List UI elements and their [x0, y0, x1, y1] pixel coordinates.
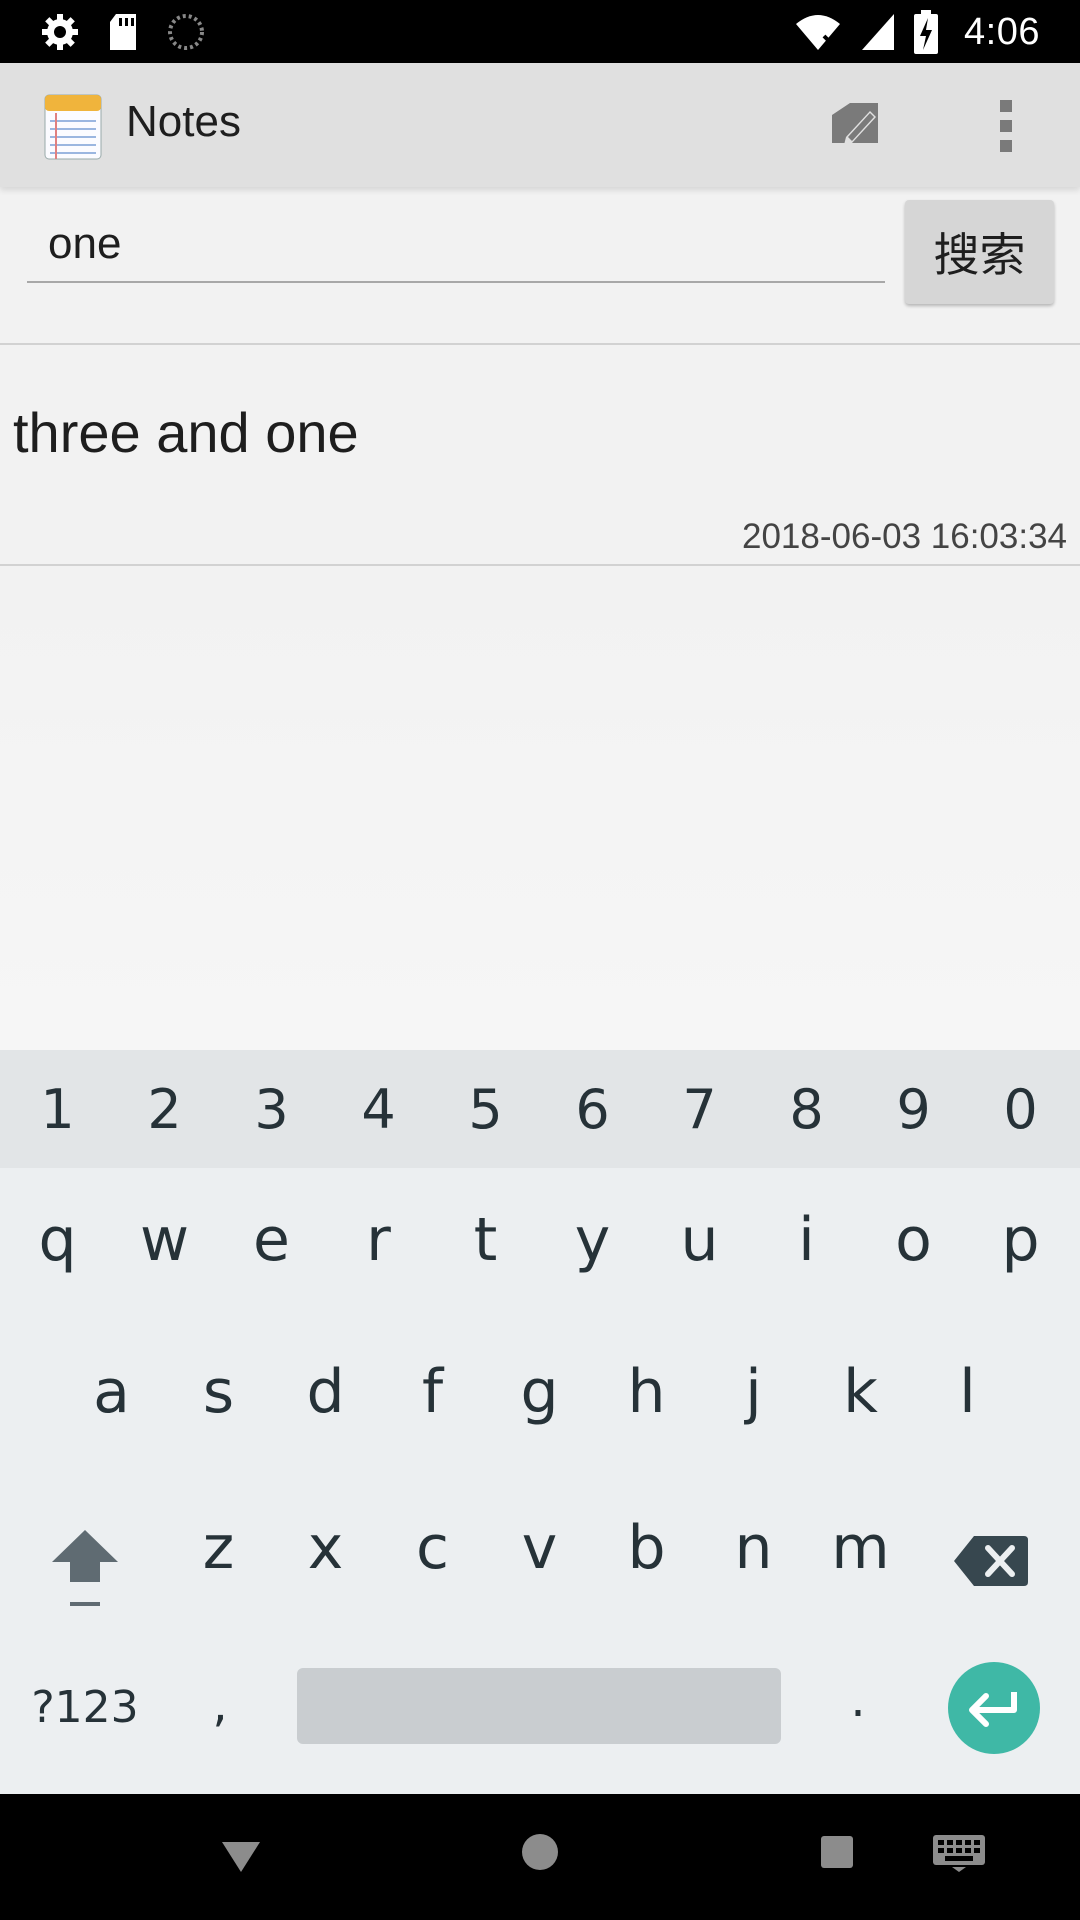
- key-c[interactable]: c: [379, 1478, 486, 1618]
- battery-charging-icon: [914, 10, 939, 54]
- space-key[interactable]: [297, 1668, 781, 1744]
- key-p[interactable]: p: [967, 1170, 1074, 1310]
- key-t[interactable]: t: [432, 1170, 539, 1310]
- key-h[interactable]: h: [593, 1322, 700, 1462]
- key-2[interactable]: 2: [111, 1050, 218, 1168]
- home-icon[interactable]: [522, 1834, 558, 1870]
- soft-keyboard: 1 2 3 4 5 6 7 8 9 0 q w e r t y u i o p …: [0, 1050, 1080, 1794]
- key-q[interactable]: q: [4, 1170, 111, 1310]
- keyboard-switch-icon[interactable]: [932, 1834, 986, 1872]
- sd-card-icon: [110, 14, 136, 50]
- note-list-item[interactable]: three and one 2018-06-03 16:03:34: [0, 345, 1080, 564]
- enter-icon: [969, 1692, 1017, 1727]
- key-8[interactable]: 8: [753, 1050, 860, 1168]
- recents-icon[interactable]: [821, 1836, 853, 1868]
- period-key[interactable]: .: [818, 1655, 898, 1745]
- search-button[interactable]: 搜索: [905, 200, 1054, 304]
- key-a[interactable]: a: [58, 1322, 165, 1462]
- app-bar: Notes: [0, 63, 1080, 187]
- number-row: 1 2 3 4 5 6 7 8 9 0: [0, 1050, 1080, 1168]
- note-title: three and one: [13, 401, 359, 464]
- backspace-key[interactable]: [952, 1528, 1032, 1594]
- key-j[interactable]: j: [700, 1322, 807, 1462]
- key-r[interactable]: r: [325, 1170, 432, 1310]
- key-l[interactable]: l: [914, 1322, 1021, 1462]
- shift-key[interactable]: [40, 1520, 130, 1620]
- key-d[interactable]: d: [272, 1322, 379, 1462]
- key-7[interactable]: 7: [646, 1050, 753, 1168]
- wifi-off-icon: [796, 15, 841, 50]
- app-title: Notes: [126, 97, 241, 146]
- key-s[interactable]: s: [165, 1322, 272, 1462]
- key-v[interactable]: v: [486, 1478, 593, 1618]
- compose-button[interactable]: [824, 93, 888, 157]
- navigation-bar: [0, 1794, 1080, 1920]
- sync-icon: [168, 14, 204, 50]
- empty-list-area: [0, 566, 1080, 1050]
- signal-icon: [862, 14, 895, 50]
- settings-icon: [42, 14, 78, 50]
- backspace-icon: [954, 1536, 1028, 1586]
- key-4[interactable]: 4: [325, 1050, 432, 1168]
- key-e[interactable]: e: [218, 1170, 325, 1310]
- compose-icon: [832, 103, 878, 145]
- key-6[interactable]: 6: [539, 1050, 646, 1168]
- enter-key[interactable]: [948, 1662, 1040, 1754]
- overflow-menu-button[interactable]: [978, 91, 1034, 161]
- key-3[interactable]: 3: [218, 1050, 325, 1168]
- key-z[interactable]: z: [165, 1478, 272, 1618]
- key-k[interactable]: k: [807, 1322, 914, 1462]
- status-bar: 4:06: [0, 0, 1080, 63]
- key-5[interactable]: 5: [432, 1050, 539, 1168]
- key-y[interactable]: y: [539, 1170, 646, 1310]
- key-g[interactable]: g: [486, 1322, 593, 1462]
- key-9[interactable]: 9: [860, 1050, 967, 1168]
- key-n[interactable]: n: [700, 1478, 807, 1618]
- symbols-key[interactable]: ?123: [20, 1670, 150, 1744]
- key-f[interactable]: f: [379, 1322, 486, 1462]
- search-input[interactable]: [27, 207, 885, 283]
- key-w[interactable]: w: [111, 1170, 218, 1310]
- back-icon[interactable]: [218, 1832, 264, 1878]
- key-o[interactable]: o: [860, 1170, 967, 1310]
- key-m[interactable]: m: [807, 1478, 914, 1618]
- key-0[interactable]: 0: [967, 1050, 1074, 1168]
- key-1[interactable]: 1: [4, 1050, 111, 1168]
- notepad-icon: [44, 94, 102, 160]
- shift-icon: [52, 1530, 118, 1606]
- key-x[interactable]: x: [272, 1478, 379, 1618]
- key-i[interactable]: i: [753, 1170, 860, 1310]
- overflow-menu-icon: [1000, 100, 1012, 152]
- clock: 4:06: [964, 10, 1040, 53]
- key-b[interactable]: b: [593, 1478, 700, 1618]
- note-timestamp: 2018-06-03 16:03:34: [742, 517, 1067, 556]
- comma-key[interactable]: ,: [180, 1660, 260, 1750]
- key-u[interactable]: u: [646, 1170, 753, 1310]
